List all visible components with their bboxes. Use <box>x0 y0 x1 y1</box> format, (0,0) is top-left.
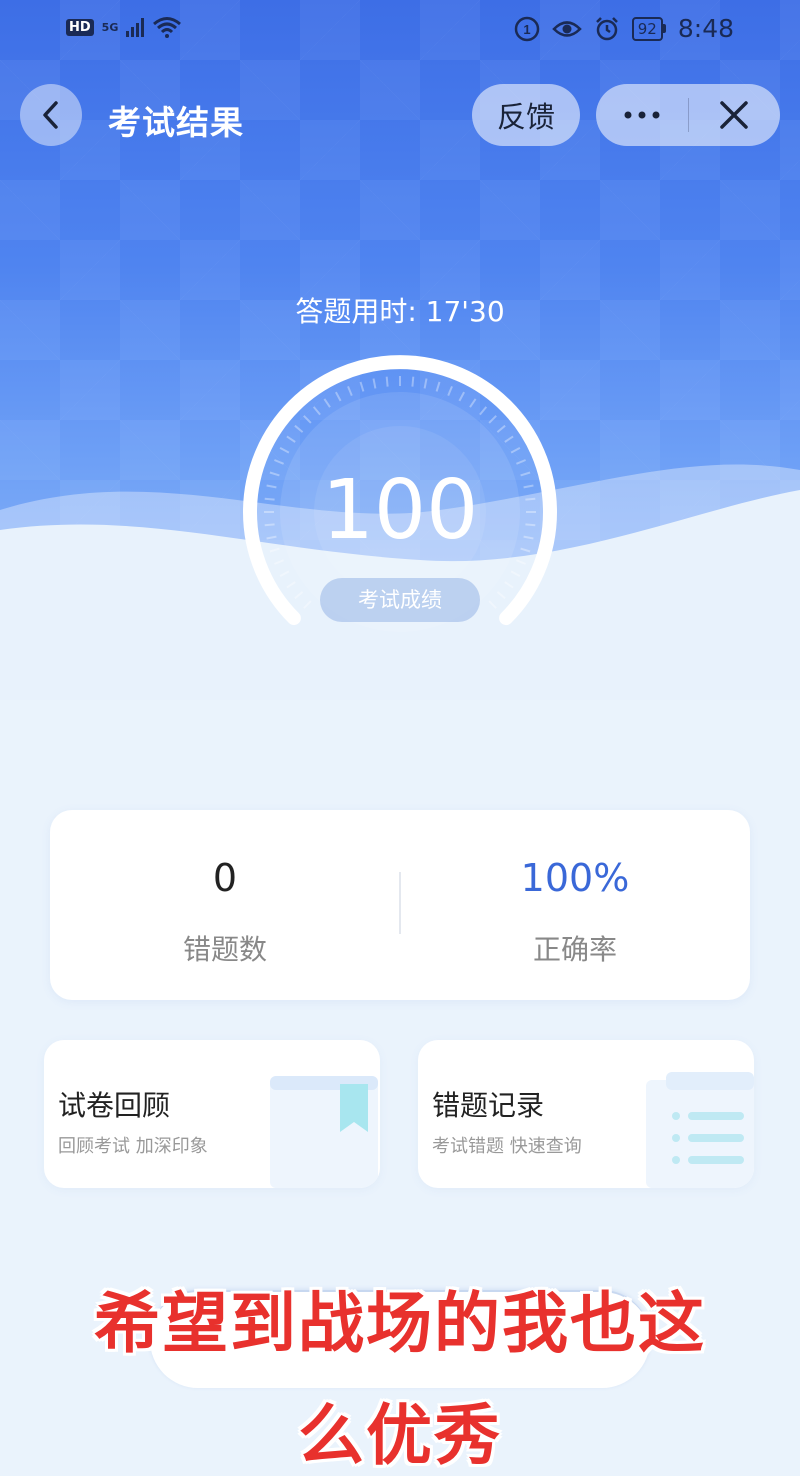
gauge-tick <box>312 406 321 416</box>
gauge-tick <box>510 447 521 454</box>
accuracy-stat: 100% 正确率 <box>400 810 750 1000</box>
wrong-count-label: 错题数 <box>182 933 267 966</box>
back-button[interactable] <box>20 84 82 146</box>
gauge-tick <box>510 570 521 577</box>
wrong-record-subtitle: 考试错题 快速查询 <box>432 1136 582 1157</box>
accuracy-value: 100% <box>520 856 630 900</box>
gauge-tick <box>504 435 514 443</box>
close-button[interactable] <box>689 84 781 146</box>
wifi-icon <box>153 17 182 38</box>
wrong-record-title: 错题记录 <box>432 1089 545 1122</box>
score-value: 100 <box>321 463 479 558</box>
wrong-count-stat: 0 错题数 <box>50 810 400 1000</box>
score-label: 考试成绩 <box>320 578 480 622</box>
gauge-tick <box>504 581 514 589</box>
signal-icon <box>126 17 145 37</box>
alarm-icon <box>595 16 618 40</box>
gauge-tick <box>294 424 304 433</box>
gauge-tick <box>469 398 477 408</box>
accuracy-label: 正确率 <box>532 933 617 966</box>
overlay-caption-line-2: 么优秀 <box>298 1397 502 1474</box>
network-type-label: 5G <box>101 20 119 34</box>
chevron-left-icon <box>43 101 58 129</box>
bookmark-book-icon <box>270 1076 378 1188</box>
more-dots-icon <box>624 111 660 119</box>
gauge-tick <box>435 381 441 392</box>
gauge-tick <box>279 447 290 454</box>
gauge-tick <box>496 591 506 600</box>
close-icon <box>720 101 748 129</box>
gauge-tick <box>458 391 465 402</box>
time-used-label: 答题用时: 17'30 <box>295 295 505 328</box>
gauge-tick <box>274 559 284 565</box>
paper-review-card[interactable]: 试卷回顾 回顾考试 加深印象 <box>44 1040 380 1188</box>
gauge-tick <box>286 581 296 589</box>
status-time: 8:48 <box>677 14 734 43</box>
gauge-tick <box>411 376 415 387</box>
gauge-tick <box>496 424 506 433</box>
gauge-tick <box>279 570 290 577</box>
feedback-button[interactable]: 反馈 <box>472 84 580 146</box>
gauge-tick <box>488 600 497 609</box>
gauge-tick <box>516 459 526 465</box>
svg-text:1: 1 <box>523 22 530 37</box>
gauge-tick <box>516 559 526 565</box>
gauge-tick <box>303 600 312 609</box>
gauge-tick <box>359 381 365 392</box>
gauge-tick <box>323 398 331 408</box>
hd-icon: HD <box>66 18 94 36</box>
gauge-tick <box>274 459 284 465</box>
gauge-tick <box>385 376 389 387</box>
page-title: 考试结果 <box>108 103 244 142</box>
overlay-caption-line-1: 希望到战场的我也这 <box>94 1285 706 1362</box>
more-button[interactable] <box>596 84 688 146</box>
status-bar: HD 5G 1 92 8:48 <box>0 0 800 60</box>
gauge-tick <box>294 591 304 600</box>
gauge-tick <box>347 386 353 396</box>
gauge-tick <box>423 378 428 389</box>
hd-call-icon: 1 <box>514 16 540 41</box>
gauge-tick <box>488 415 497 424</box>
paper-review-subtitle: 回顾考试 加深印象 <box>58 1136 208 1157</box>
eye-comfort-icon <box>551 20 582 37</box>
paper-review-title: 试卷回顾 <box>58 1089 171 1122</box>
mini-program-capsule <box>596 84 780 146</box>
battery-icon: 92 <box>631 16 666 41</box>
gauge-tick <box>335 391 342 402</box>
stats-card: 0 错题数 100% 正确率 <box>50 810 750 1000</box>
battery-level: 92 <box>631 16 663 41</box>
gauge-tick <box>479 406 488 416</box>
gauge-tick <box>447 386 453 396</box>
gauge-tick <box>303 415 312 424</box>
gauge-tick <box>286 435 296 443</box>
wrong-question-record-card[interactable]: 错题记录 考试错题 快速查询 <box>418 1040 754 1188</box>
wrong-count-value: 0 <box>212 856 238 900</box>
gauge-tick <box>372 378 377 389</box>
list-document-icon <box>646 1072 754 1188</box>
